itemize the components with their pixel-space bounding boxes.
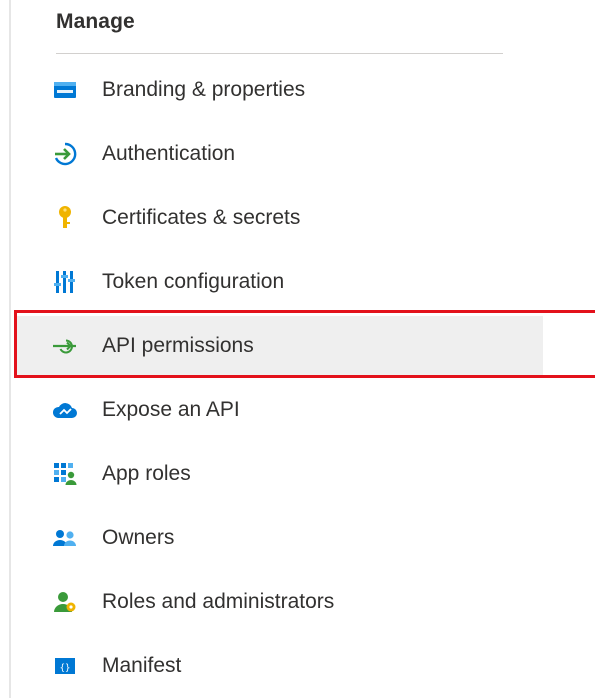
authentication-icon — [52, 141, 78, 167]
nav-item-label: Token configuration — [102, 270, 285, 293]
nav-item-owners[interactable]: Owners — [0, 506, 595, 570]
manage-nav-list: Branding & properties Authentication Cer… — [0, 58, 595, 698]
nav-item-label: Branding & properties — [102, 78, 306, 101]
section-header-manage: Manage — [56, 10, 135, 33]
token-configuration-icon — [52, 269, 78, 295]
svg-text:{}: {} — [60, 664, 71, 674]
nav-item-authentication[interactable]: Authentication — [0, 122, 595, 186]
nav-item-label: Roles and administrators — [102, 590, 335, 613]
nav-item-label: Owners — [102, 526, 175, 549]
nav-item-label: Expose an API — [102, 398, 240, 421]
nav-item-label: Manifest — [102, 654, 182, 677]
manifest-icon: {} — [52, 653, 78, 679]
nav-item-label: Authentication — [102, 142, 236, 165]
cloud-icon — [52, 397, 78, 423]
owners-icon — [52, 525, 78, 551]
api-permissions-icon — [52, 333, 78, 359]
roles-administrators-icon — [52, 589, 78, 615]
nav-item-expose-an-api[interactable]: Expose an API — [0, 378, 595, 442]
nav-item-roles-administrators[interactable]: Roles and administrators — [0, 570, 595, 634]
nav-item-branding-properties[interactable]: Branding & properties — [0, 58, 595, 122]
nav-item-certificates-secrets[interactable]: Certificates & secrets — [0, 186, 595, 250]
app-roles-icon — [52, 461, 78, 487]
key-icon — [52, 205, 78, 231]
selected-highlight — [16, 316, 543, 376]
nav-item-app-roles[interactable]: App roles — [0, 442, 595, 506]
manage-panel: Manage Branding & properties Authenticat… — [0, 0, 595, 698]
section-divider — [56, 53, 503, 54]
nav-item-label: Certificates & secrets — [102, 206, 301, 229]
nav-item-api-permissions[interactable]: API permissions — [0, 314, 595, 378]
branding-icon — [52, 77, 78, 103]
nav-item-token-configuration[interactable]: Token configuration — [0, 250, 595, 314]
nav-item-label: App roles — [102, 462, 191, 485]
nav-item-manifest[interactable]: {} Manifest — [0, 634, 595, 698]
nav-item-label: API permissions — [102, 334, 254, 357]
